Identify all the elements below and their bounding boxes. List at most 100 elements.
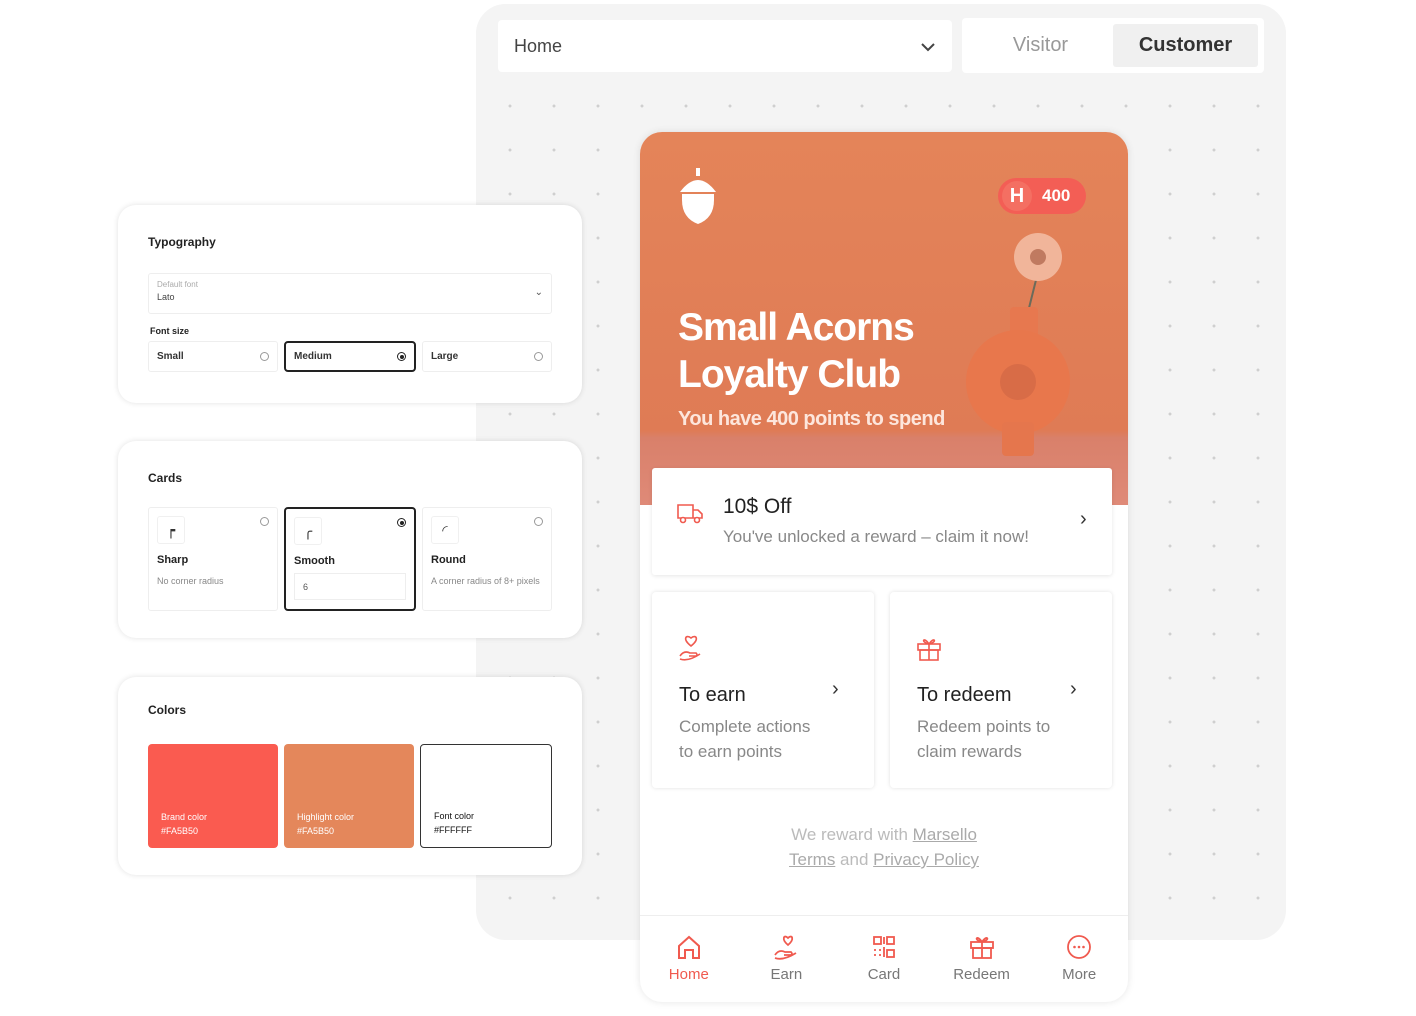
reward-card[interactable]: 10$ Off You've unlocked a reward – claim…	[652, 468, 1112, 575]
default-font-select[interactable]: Default font Lato ⌄	[148, 273, 552, 314]
option-desc: A corner radius of 8+ pixels	[431, 576, 540, 586]
vase-flower-image	[966, 233, 1070, 456]
nav-label: Redeem	[953, 966, 1010, 983]
earn-tile[interactable]: To earn Complete actions to earn points ›	[652, 592, 874, 788]
chevron-down-icon: ⌄	[534, 287, 543, 298]
desc-line: to earn points	[679, 742, 783, 761]
points-currency-icon: H	[1002, 181, 1032, 211]
panel-title: Colors	[148, 703, 187, 717]
option-name: Round	[431, 554, 466, 566]
smooth-corner-icon: ╭	[294, 517, 322, 545]
radio[interactable]	[397, 352, 406, 361]
nav-earn[interactable]: Earn	[738, 916, 836, 1002]
hand-heart-icon	[774, 935, 797, 960]
terms-link[interactable]: Terms	[789, 850, 835, 869]
swatch-hex: #FA5B50	[161, 826, 199, 836]
typography-panel: Typography Default font Lato ⌄ Font size…	[118, 205, 582, 403]
program-title: Small Acorns Loyalty Club	[678, 304, 915, 398]
font-size-medium[interactable]: Medium	[284, 341, 416, 372]
round-corner-icon: ◜	[431, 516, 459, 544]
chevron-right-icon: ›	[1070, 678, 1077, 700]
title-line: Loyalty Club	[678, 353, 901, 396]
nav-redeem[interactable]: Redeem	[933, 916, 1031, 1002]
redeem-tile[interactable]: To redeem Redeem points to claim rewards …	[890, 592, 1112, 788]
points-subtitle: You have 400 points to spend	[678, 408, 945, 430]
card-style-sharp[interactable]: ┍ Sharp No corner radius	[148, 507, 278, 611]
points-badge[interactable]: H 400	[998, 178, 1086, 214]
nav-label: Home	[668, 966, 709, 983]
swatch-hex: #FFFFFF	[434, 825, 472, 835]
option-label: Medium	[294, 351, 332, 362]
option-name: Smooth	[294, 555, 335, 567]
bottom-nav: Home Earn Card Redeem More	[640, 915, 1128, 1002]
privacy-policy-link[interactable]: Privacy Policy	[873, 850, 979, 869]
hand-heart-icon	[679, 635, 701, 661]
nav-card[interactable]: Card	[835, 916, 933, 1002]
radio[interactable]	[534, 517, 543, 526]
page-select[interactable]: Home	[498, 20, 952, 72]
desc-line: Redeem points to	[917, 717, 1051, 736]
footer-prefix: We reward with	[791, 825, 913, 844]
option-label: Large	[431, 351, 459, 362]
acorn-logo-icon	[680, 168, 716, 224]
swatch-label: Highlight color	[297, 812, 355, 822]
radio[interactable]	[260, 517, 269, 526]
option-name: Sharp	[157, 554, 189, 566]
reward-desc: You've unlocked a reward – claim it now!	[723, 527, 1029, 546]
brand-color-swatch[interactable]: Brand color #FA5B50	[148, 744, 278, 848]
footer-text: We reward with Marsello Terms and Privac…	[640, 822, 1128, 872]
footer-and: and	[835, 850, 874, 869]
nav-label: More	[1062, 966, 1097, 983]
chevron-right-icon: ›	[832, 678, 839, 700]
qr-code-icon	[873, 936, 895, 958]
desc-line: Complete actions	[679, 717, 811, 736]
tile-title: To redeem	[917, 684, 1012, 706]
nav-more[interactable]: More	[1030, 916, 1128, 1002]
swatch-hex: #FA5B50	[297, 826, 335, 836]
cards-panel: Cards ┍ Sharp No corner radius ╭ Smooth 6 ◜ R…	[118, 441, 582, 638]
font-size-large[interactable]: Large	[422, 341, 552, 372]
font-size-label: Font size	[150, 326, 190, 336]
radio[interactable]	[397, 518, 406, 527]
chevron-right-icon: ›	[1080, 508, 1087, 530]
points-value: 400	[1042, 186, 1071, 205]
font-size-small[interactable]: Small	[148, 341, 278, 372]
panel-title: Typography	[148, 235, 216, 249]
card-style-smooth[interactable]: ╭ Smooth 6	[284, 507, 416, 611]
card-style-round[interactable]: ◜ Round A corner radius of 8+ pixels	[422, 507, 552, 611]
toggle-visitor[interactable]: Visitor	[968, 24, 1113, 67]
hero-banner: H 400 Small Acorns Loyalty Club You have 4…	[640, 132, 1128, 505]
more-icon	[1067, 935, 1092, 959]
colors-panel: Colors Brand color #FA5B50 Highlight colo…	[118, 677, 582, 875]
radio[interactable]	[260, 352, 269, 361]
radius-input[interactable]: 6	[294, 573, 406, 600]
option-desc: No corner radius	[157, 576, 224, 586]
panel-title: Cards	[148, 471, 183, 485]
radio[interactable]	[534, 352, 543, 361]
chevron-down-icon	[920, 36, 936, 57]
gift-icon	[969, 937, 994, 959]
option-label: Small	[157, 351, 184, 362]
tile-desc: Complete actions to earn points	[679, 714, 810, 764]
nav-home[interactable]: Home	[640, 916, 738, 1002]
delivery-truck-icon	[677, 504, 703, 524]
page-select-value: Home	[514, 35, 563, 56]
nav-label: Earn	[770, 966, 803, 983]
view-toggle: Visitor Customer	[962, 18, 1264, 73]
toggle-customer[interactable]: Customer	[1113, 24, 1258, 67]
nav-label: Card	[867, 966, 901, 983]
field-value: Lato	[157, 292, 175, 302]
swatch-label: Brand color	[161, 812, 208, 822]
gift-icon	[917, 639, 941, 661]
font-color-swatch[interactable]: Font color #FFFFFF	[420, 744, 552, 848]
swatch-label: Font color	[434, 811, 475, 821]
desc-line: claim rewards	[917, 742, 1022, 761]
marsello-link[interactable]: Marsello	[913, 825, 977, 844]
home-icon	[677, 935, 700, 959]
reward-title: 10$ Off	[723, 495, 792, 518]
tile-desc: Redeem points to claim rewards	[917, 714, 1050, 764]
highlight-color-swatch[interactable]: Highlight color #FA5B50	[284, 744, 414, 848]
tile-title: To earn	[679, 684, 746, 706]
phone-preview: H 400 Small Acorns Loyalty Club You have 4…	[640, 132, 1128, 1002]
title-line: Small Acorns	[678, 306, 915, 349]
